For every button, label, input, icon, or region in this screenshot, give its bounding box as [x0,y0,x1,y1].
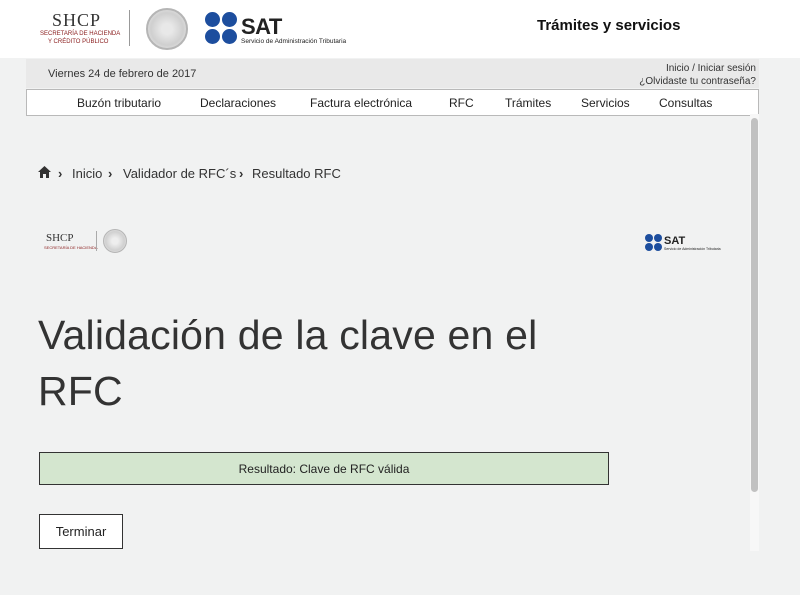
nav-item-consultas[interactable]: Consultas [659,96,712,110]
breadcrumb-inicio[interactable]: Inicio [72,166,102,181]
sat-subtitle-small: Servicio de Administración Tributaria [664,247,721,251]
home-icon[interactable] [38,166,51,178]
logo-divider [96,231,97,251]
shcp-subtitle-line2: Y CRÉDITO PÚBLICO [48,39,109,45]
current-date: Viernes 24 de febrero de 2017 [48,68,197,80]
logo-divider [129,10,130,46]
national-seal-icon [103,229,127,253]
tramites-title: Trámites y servicios [537,17,681,34]
shcp-logo-small: SHCP SECRETARÍA DE HACIENDA [44,228,134,256]
result-text: Resultado: Clave de RFC válida [238,462,410,476]
chevron-right-icon: › [58,166,63,181]
sat-wordmark-small: SAT [664,235,686,247]
shcp-wordmark: SHCP [52,10,102,30]
national-seal-icon [146,8,188,50]
result-message: Resultado: Clave de RFC válida [39,452,609,485]
sat-logo-small: SAT Servicio de Administración Tributari… [645,234,740,254]
nav-item-tramites[interactable]: Trámites [505,96,551,110]
nav-item-rfc[interactable]: RFC [449,96,474,110]
sat-dots-icon [645,234,663,252]
finish-button[interactable]: Terminar [39,514,123,549]
login-links: Inicio / Iniciar sesión ¿Olvidaste tu co… [639,62,756,88]
info-bar: Viernes 24 de febrero de 2017 Inicio / I… [26,59,759,88]
scrollbar-thumb[interactable] [751,118,758,492]
shcp-subtitle-line1: SECRETARÍA DE HACIENDA [40,31,121,37]
nav-item-servicios[interactable]: Servicios [581,96,630,110]
breadcrumb-resultado-rfc: Resultado RFC [252,166,341,181]
chevron-right-icon: › [239,166,244,181]
page-title: Validación de la clave en el RFC [38,312,538,414]
forgot-password-link[interactable]: ¿Olvidaste tu contraseña? [639,75,756,88]
nav-item-buzon-tributario[interactable]: Buzón tributario [77,96,161,110]
sat-logo[interactable]: SAT Servicio de Administración Tributari… [205,10,385,50]
login-link[interactable]: Inicio / Iniciar sesión [639,62,756,75]
chevron-right-icon: › [108,166,113,181]
site-header: SHCP SECRETARÍA DE HACIENDA Y CRÉDITO PÚ… [0,0,800,58]
main-nav: Buzón tributario Declaraciones Factura e… [26,89,759,116]
breadcrumb-validador-rfc[interactable]: Validador de RFC´s [123,166,236,181]
shcp-wordmark-small: SHCP [46,232,74,244]
sat-wordmark: SAT [241,14,282,39]
nav-item-factura-electronica[interactable]: Factura electrónica [310,96,412,110]
sat-subtitle: Servicio de Administración Tributaria [241,38,347,45]
nav-item-declaraciones[interactable]: Declaraciones [200,96,276,110]
shcp-logo[interactable]: SHCP SECRETARÍA DE HACIENDA Y CRÉDITO PÚ… [36,6,196,54]
shcp-subtitle-small: SECRETARÍA DE HACIENDA [44,245,98,250]
sat-dots-icon [205,12,239,46]
